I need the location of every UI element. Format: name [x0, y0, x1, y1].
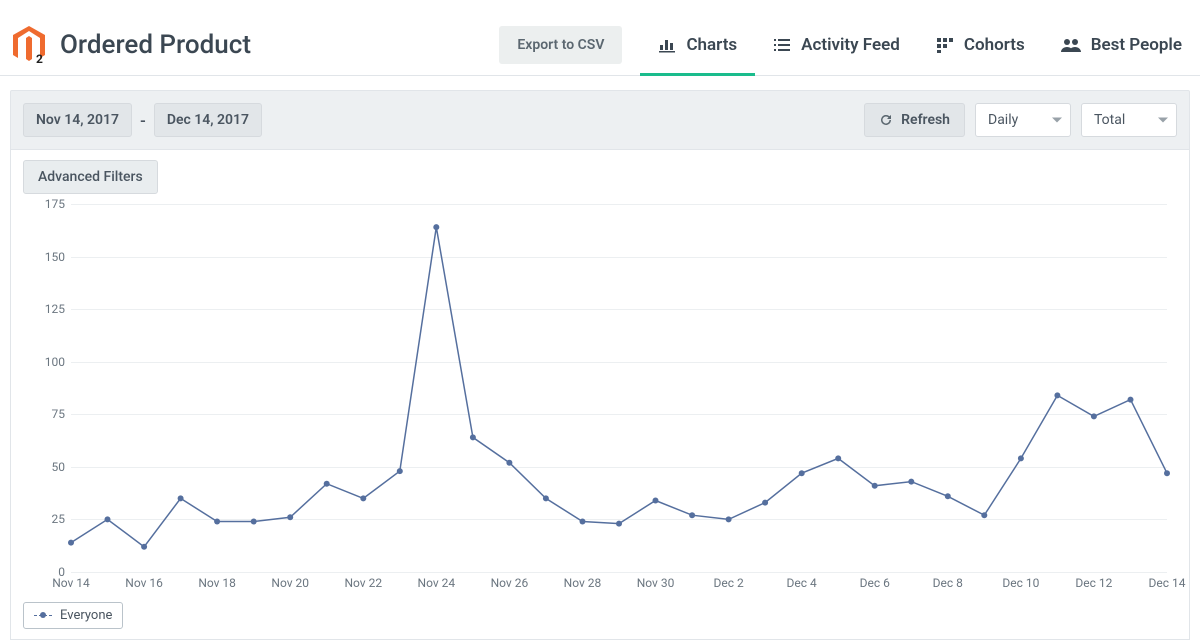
- chart-series: [71, 204, 1167, 572]
- chart-data-point[interactable]: [1091, 413, 1097, 419]
- date-to-chip[interactable]: Dec 14, 2017: [154, 103, 262, 137]
- x-axis-tick-label: Nov 30: [637, 576, 675, 590]
- chart-data-point[interactable]: [653, 498, 659, 504]
- x-axis-tick-label: Nov 24: [418, 576, 456, 590]
- granularity-value: Daily: [988, 112, 1018, 128]
- chart-data-point[interactable]: [799, 470, 805, 476]
- chart-data-point[interactable]: [1054, 392, 1060, 398]
- x-axis-tick-label: Dec 12: [1075, 576, 1112, 590]
- x-axis-tick-label: Dec 6: [860, 576, 890, 590]
- chart-gridline: [71, 572, 1167, 573]
- tab-label: Best People: [1091, 35, 1182, 55]
- chart-data-point[interactable]: [872, 483, 878, 489]
- x-axis-tick-label: Dec 4: [787, 576, 817, 590]
- chart-data-point[interactable]: [214, 519, 220, 525]
- date-range-separator: -: [132, 111, 154, 130]
- magento-logo: 2: [12, 25, 46, 65]
- tab-best-people[interactable]: Best People: [1043, 15, 1200, 75]
- granularity-select[interactable]: Daily: [975, 103, 1071, 137]
- x-axis-tick-label: Nov 22: [344, 576, 382, 590]
- chart-data-point[interactable]: [1128, 397, 1134, 403]
- chart-data-point[interactable]: [68, 540, 74, 546]
- y-axis-tick-label: 150: [41, 250, 65, 264]
- bar-chart-icon: [658, 37, 676, 53]
- tab-label: Charts: [686, 35, 737, 55]
- chart-data-point[interactable]: [178, 495, 184, 501]
- tab-activity-feed[interactable]: Activity Feed: [755, 15, 918, 75]
- refresh-label: Refresh: [901, 112, 950, 128]
- chevron-down-icon: [1158, 118, 1168, 123]
- y-axis-tick-label: 75: [41, 407, 65, 421]
- chart-data-point[interactable]: [141, 544, 147, 550]
- chart-data-point[interactable]: [105, 516, 111, 522]
- chevron-down-icon: [1052, 118, 1062, 123]
- chart-data-point[interactable]: [324, 481, 330, 487]
- x-axis-tick-label: Dec 8: [933, 576, 963, 590]
- chart-data-point[interactable]: [616, 521, 622, 527]
- x-axis-tick-label: Nov 14: [52, 576, 90, 590]
- y-axis-tick-label: 25: [41, 512, 65, 526]
- chart-data-point[interactable]: [945, 493, 951, 499]
- chart-data-point[interactable]: [543, 495, 549, 501]
- tab-cohorts[interactable]: Cohorts: [918, 15, 1043, 75]
- chart-data-point[interactable]: [835, 455, 841, 461]
- x-axis-tick-label: Nov 16: [125, 576, 163, 590]
- chart-data-point[interactable]: [726, 516, 732, 522]
- chart-data-point[interactable]: [908, 479, 914, 485]
- grid-icon: [936, 37, 954, 53]
- panel-subbar: Advanced Filters: [10, 150, 1190, 194]
- x-axis-tick-label: Dec 10: [1002, 576, 1039, 590]
- y-axis-tick-label: 100: [41, 355, 65, 369]
- y-axis-tick-label: 50: [41, 460, 65, 474]
- advanced-filters-button[interactable]: Advanced Filters: [23, 160, 158, 194]
- svg-text:2: 2: [36, 52, 43, 65]
- chart-data-point[interactable]: [397, 468, 403, 474]
- y-axis-tick-label: 125: [41, 302, 65, 316]
- x-axis-tick-label: Nov 28: [564, 576, 602, 590]
- export-csv-button[interactable]: Export to CSV: [499, 26, 622, 64]
- metric-select[interactable]: Total: [1081, 103, 1177, 137]
- chart-data-point[interactable]: [689, 512, 695, 518]
- metric-value: Total: [1094, 112, 1125, 128]
- chart-data-point[interactable]: [287, 514, 293, 520]
- x-axis-tick-label: Nov 18: [198, 576, 236, 590]
- chart-panel: Nov 14, 2017 - Dec 14, 2017 Refresh Dail…: [10, 90, 1190, 640]
- x-axis-tick-label: Nov 26: [491, 576, 529, 590]
- date-from-chip[interactable]: Nov 14, 2017: [23, 103, 132, 137]
- legend-series-label: Everyone: [60, 608, 112, 623]
- chart-data-point[interactable]: [762, 500, 768, 506]
- y-axis-tick-label: 175: [41, 197, 65, 211]
- chart-data-point[interactable]: [470, 434, 476, 440]
- chart-data-point[interactable]: [433, 224, 439, 230]
- line-chart: 0255075100125150175Nov 14Nov 16Nov 18Nov…: [23, 196, 1177, 596]
- tab-label: Activity Feed: [801, 35, 900, 55]
- x-axis-tick-label: Dec 2: [713, 576, 743, 590]
- chart-data-point[interactable]: [1164, 470, 1170, 476]
- x-axis-tick-label: Dec 14: [1149, 576, 1186, 590]
- refresh-button[interactable]: Refresh: [864, 103, 965, 137]
- people-icon: [1061, 37, 1081, 53]
- tab-label: Cohorts: [964, 35, 1025, 55]
- panel-toolbar: Nov 14, 2017 - Dec 14, 2017 Refresh Dail…: [10, 90, 1190, 150]
- chart-data-point[interactable]: [506, 460, 512, 466]
- chart-legend[interactable]: Everyone: [23, 602, 123, 629]
- list-icon: [773, 37, 791, 53]
- chart-data-point[interactable]: [580, 519, 586, 525]
- chart-data-point[interactable]: [251, 519, 257, 525]
- x-axis-tick-label: Nov 20: [271, 576, 309, 590]
- chart-data-point[interactable]: [360, 495, 366, 501]
- chart-data-point[interactable]: [1018, 455, 1024, 461]
- legend-swatch-icon: [34, 612, 52, 620]
- chart-container: 0255075100125150175Nov 14Nov 16Nov 18Nov…: [10, 194, 1190, 640]
- tab-charts[interactable]: Charts: [640, 15, 755, 75]
- refresh-icon: [879, 113, 893, 127]
- chart-data-point[interactable]: [981, 512, 987, 518]
- header-bar: 2 Ordered Product Export to CSV Charts A…: [0, 0, 1200, 76]
- header-nav: Export to CSV Charts Activity Feed Cohor…: [499, 14, 1200, 75]
- page-title: Ordered Product: [60, 30, 251, 60]
